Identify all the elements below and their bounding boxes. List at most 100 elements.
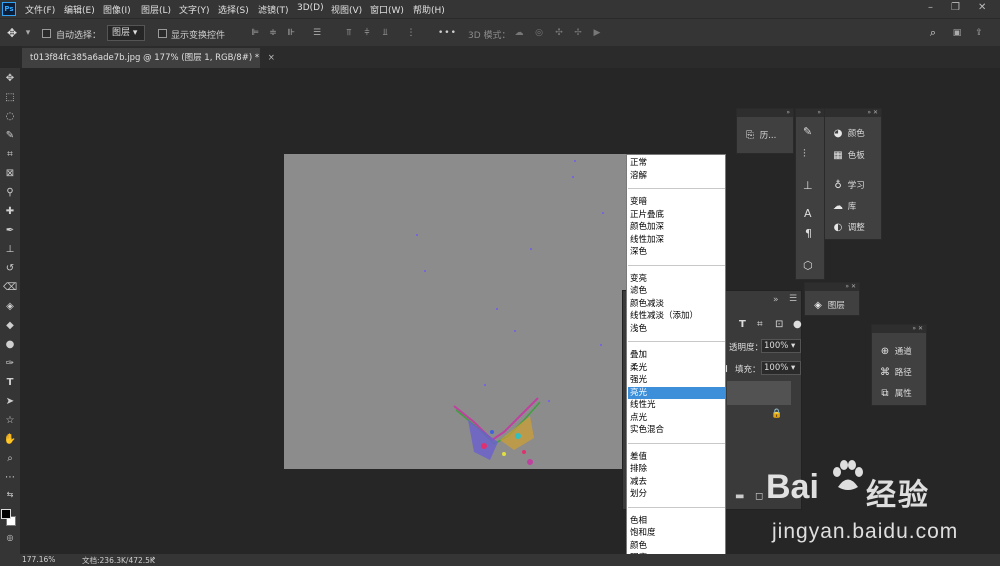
panel-collapse-handle[interactable]: » [737,109,793,117]
blend-mode-option[interactable]: 饱和度 [628,527,725,540]
properties-panel-button[interactable]: ⧉ 属性 [878,387,911,399]
more-options-icon[interactable]: ••• [438,28,457,38]
menu-edit[interactable]: 编辑(E) [64,3,95,16]
filter-smart-icon[interactable]: ⊡ [775,319,783,330]
blend-mode-option[interactable]: 溶解 [628,170,725,183]
auto-select-dropdown[interactable]: 图层 ▾ [107,25,145,41]
minimize-button[interactable]: – [928,2,933,13]
menu-layer[interactable]: 图层(L) [141,3,171,16]
workspace-icon[interactable]: ▣ [951,27,963,39]
close-tab-icon[interactable]: × [268,53,275,63]
panel-close-handle[interactable]: » ✕ [805,283,859,291]
history-panel-collapsed[interactable]: » ⎘ 历... [736,108,794,154]
dodge-tool-icon[interactable]: ● [3,338,17,352]
blend-mode-option[interactable]: 线性光 [628,399,725,412]
3d-panel-icon[interactable]: ⬡ [803,259,813,272]
lasso-tool-icon[interactable]: ◌ [3,110,17,124]
blend-mode-option[interactable]: 深色 [628,246,725,259]
paragraph-icon[interactable]: ¶ [805,227,812,240]
3d-slide-icon[interactable]: ✢ [572,27,584,39]
swatches-panel-button[interactable]: ▦ 色板 [831,149,864,161]
blend-mode-option[interactable]: 变亮 [628,273,725,286]
3d-scale-icon[interactable]: ▶ [591,27,603,39]
frame-tool-icon[interactable]: ⊠ [3,167,17,181]
close-button[interactable]: ✕ [978,2,986,13]
status-menu-arrow[interactable]: › [152,554,156,564]
layer-row[interactable] [727,381,791,405]
collapse-icon[interactable]: » [867,109,871,116]
blend-mode-option[interactable]: 划分 [628,488,725,501]
menu-view[interactable]: 视图(V) [331,3,362,16]
panel-close-handle[interactable]: » ✕ [872,325,926,333]
filter-toggle-icon[interactable]: ● [793,319,802,330]
new-layer-icon[interactable]: ◻ [755,491,763,502]
character-icon[interactable]: A [804,207,812,220]
paths-panel-button[interactable]: ⌘ 路径 [878,366,912,378]
menu-image[interactable]: 图像(I) [103,3,131,16]
share-icon[interactable]: ⇪ [973,27,985,39]
crop-tool-icon[interactable]: ⌗ [3,148,17,162]
align-top-icon[interactable]: ⫪ [343,27,355,39]
foreground-color-swatch[interactable] [1,509,11,519]
3d-orbit-icon[interactable]: ☁ [513,27,525,39]
auto-select-checkbox[interactable] [42,29,51,38]
show-transform-checkbox[interactable] [158,29,167,38]
paint-bucket-icon[interactable]: ◈ [3,300,17,314]
blend-mode-option[interactable]: 差值 [628,451,725,464]
marquee-tool-icon[interactable]: ⬚ [3,91,17,105]
layers-panel-collapsed[interactable]: » ✕ ◈ 图层 [804,282,860,316]
search-icon[interactable]: ⌕ [927,27,939,39]
menu-window[interactable]: 窗口(W) [370,3,404,16]
blend-mode-option[interactable]: 点光 [628,412,725,425]
eyedropper-tool-icon[interactable]: ⚲ [3,186,17,200]
close-icon[interactable]: ✕ [918,325,923,332]
move-tool-icon[interactable]: ✥ [3,72,17,86]
blend-mode-option[interactable]: 变暗 [628,196,725,209]
blend-mode-option[interactable]: 强光 [628,374,725,387]
align-left-icon[interactable]: ⊫ [249,27,261,39]
restore-button[interactable]: ❐ [951,2,960,13]
blend-mode-option[interactable]: 浅色 [628,323,725,336]
distribute-vertical-icon[interactable]: ⋮ [405,27,417,39]
chevron-down-icon[interactable]: ▾ [22,27,34,39]
menu-select[interactable]: 选择(S) [218,3,249,16]
menu-3d[interactable]: 3D(D) [297,3,324,13]
3d-pan-icon[interactable]: ✣ [553,27,565,39]
layers-panel-button[interactable]: ◈ 图层 [811,299,845,311]
adjustments-panel-button[interactable]: ◐ 调整 [831,221,865,233]
more-tools-icon[interactable]: ⋯ [3,471,17,485]
collapse-icon[interactable]: » [912,325,916,332]
close-icon[interactable]: ✕ [873,109,878,116]
align-right-icon[interactable]: ⊪ [285,27,297,39]
filter-type-icon[interactable]: T [739,319,746,330]
blend-mode-option[interactable]: 正常 [628,157,725,170]
blend-mode-option[interactable]: 色相 [628,515,725,528]
clone-source-icon[interactable]: ⊥ [803,179,813,192]
type-tool-icon[interactable]: T [3,376,17,390]
zoom-tool-icon[interactable]: ⌕ [3,452,17,466]
close-icon[interactable]: ✕ [851,283,856,290]
path-select-icon[interactable]: ➤ [3,395,17,409]
menu-type[interactable]: 文字(Y) [179,3,210,16]
align-center-icon[interactable]: ≑ [267,27,279,39]
opacity-field[interactable]: 100% ▾ [761,339,801,353]
healing-brush-icon[interactable]: ✚ [3,205,17,219]
align-bottom-icon[interactable]: ⫫ [379,27,391,39]
blend-mode-option[interactable]: 颜色 [628,540,725,553]
quick-mask-icon[interactable]: ◎ [3,531,17,545]
blend-mode-option[interactable]: 排除 [628,463,725,476]
blend-mode-option[interactable]: 减去 [628,476,725,489]
blend-mode-option[interactable]: 叠加 [628,349,725,362]
distribute-icon[interactable]: ☰ [311,27,323,39]
panel-menu-icon[interactable]: ☰ [789,294,797,304]
document-canvas[interactable] [284,154,630,469]
brushes-icon[interactable]: ⫶ [803,147,806,161]
eraser-tool-icon[interactable]: ⌫ [3,281,17,295]
menu-filter[interactable]: 滤镜(T) [258,3,289,16]
fill-field[interactable]: 100% ▾ [761,361,801,375]
quick-select-tool-icon[interactable]: ✎ [3,129,17,143]
shape-tool-icon[interactable]: ☆ [3,414,17,428]
blur-tool-icon[interactable]: ◆ [3,319,17,333]
panel-close-handle[interactable]: » ✕ [825,109,881,117]
channels-panel-button[interactable]: ⊕ 通道 [878,345,912,357]
